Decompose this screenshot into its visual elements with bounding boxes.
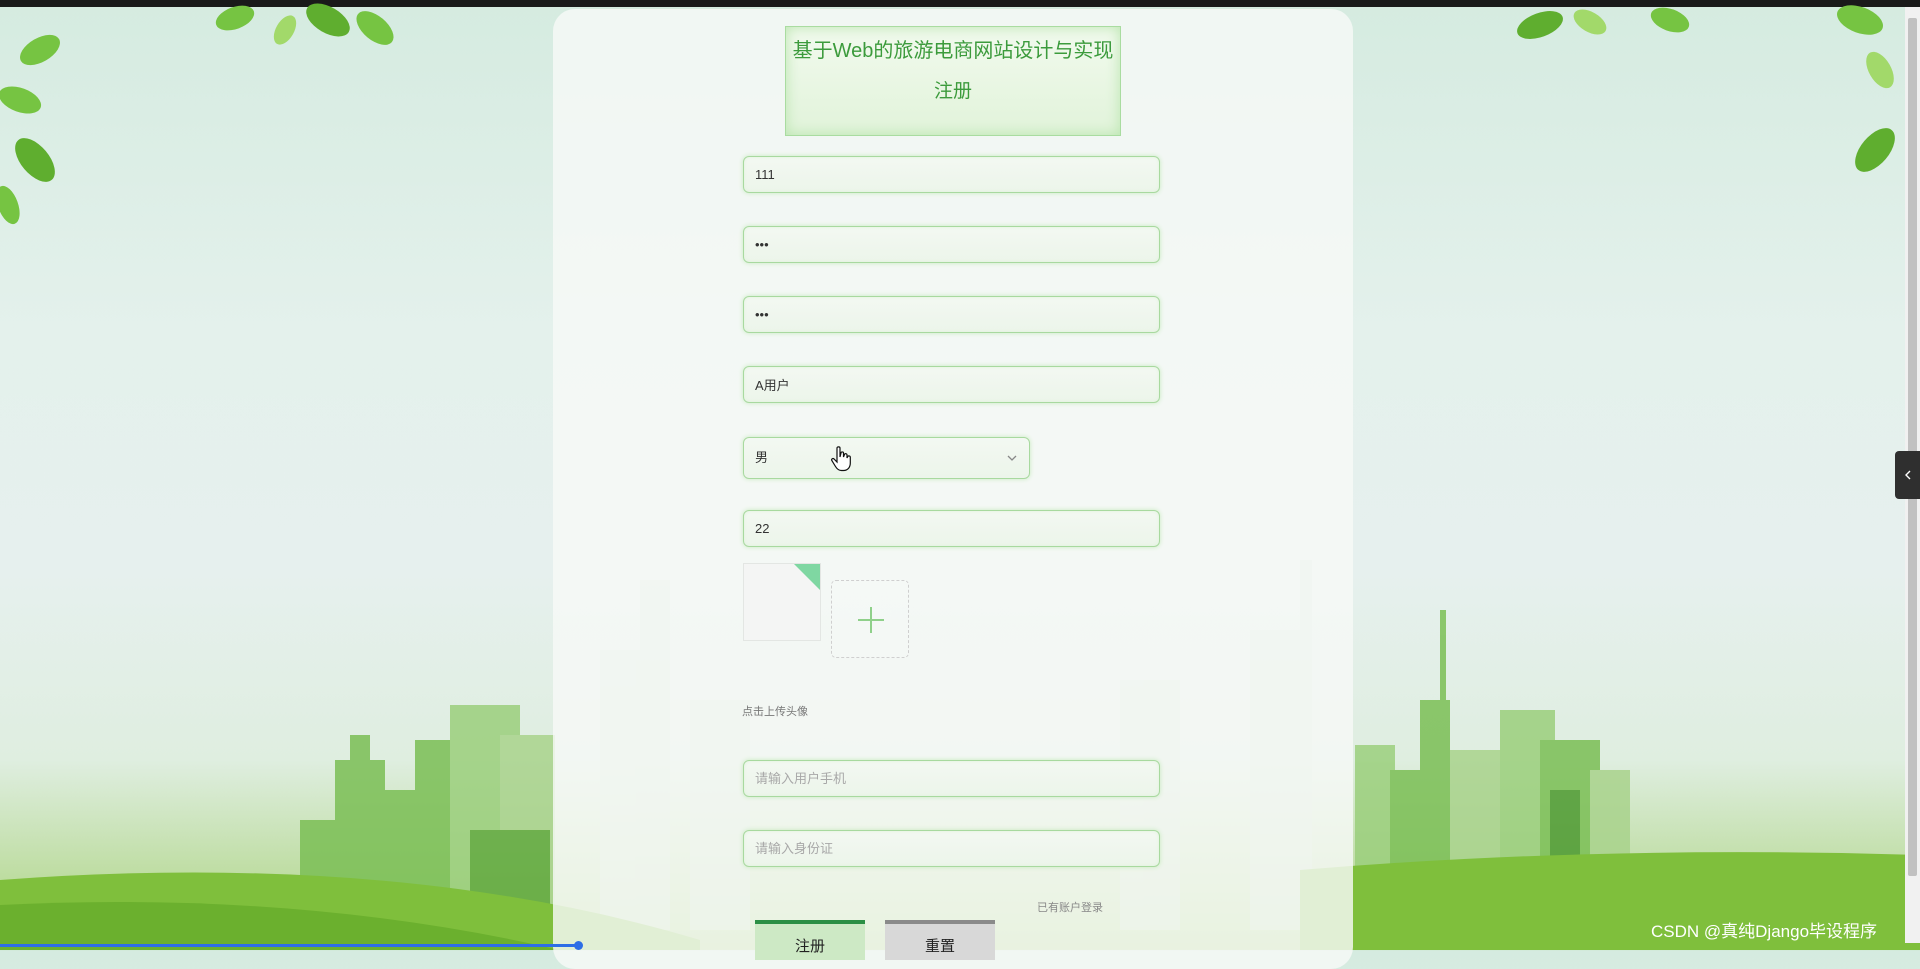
age-input[interactable] [743, 510, 1160, 547]
title-box: 基于Web的旅游电商网站设计与实现 注册 [785, 26, 1121, 136]
leaves-top-right [1517, 5, 1895, 172]
id-card-input[interactable] [743, 830, 1160, 867]
page-load-progress [0, 944, 577, 947]
upload-status-corner [794, 564, 820, 590]
hand-cursor-icon [831, 446, 851, 472]
chevron-down-icon [1007, 455, 1017, 461]
register-panel [553, 9, 1353, 969]
page-load-progress-knob [574, 941, 583, 950]
password-input[interactable] [743, 226, 1160, 263]
watermark-text: CSDN @真纯Django毕设程序 [1651, 922, 1878, 941]
site-title: 基于Web的旅游电商网站设计与实现 [792, 40, 1114, 62]
avatar-upload-button[interactable] [831, 580, 909, 658]
scrollbar-thumb[interactable] [1908, 18, 1917, 876]
gender-select-value: 男 [755, 450, 769, 465]
side-panel-toggle[interactable] [1895, 451, 1920, 499]
username-input[interactable] [743, 366, 1160, 403]
phone-input[interactable] [743, 760, 1160, 797]
plus-icon [858, 607, 884, 633]
register-button[interactable]: 注册 [755, 920, 865, 960]
gender-select[interactable]: 男 [743, 437, 1030, 479]
account-input[interactable] [743, 156, 1160, 193]
reset-button[interactable]: 重置 [885, 920, 995, 960]
page-title: 注册 [933, 81, 972, 102]
login-link[interactable]: 已有账户登录 [1037, 899, 1103, 915]
avatar-preview [743, 563, 821, 641]
confirm-password-input[interactable] [743, 296, 1160, 333]
chevron-left-icon [1905, 470, 1911, 480]
avatar-upload-tip: 点击上传头像 [742, 706, 808, 718]
leaves-top-left [0, 3, 394, 225]
